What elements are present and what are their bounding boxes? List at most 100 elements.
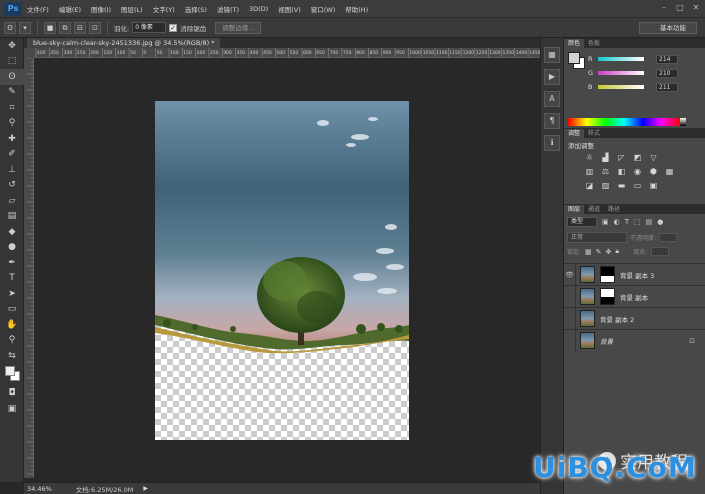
- lasso-tool-icon[interactable]: ʘ: [0, 69, 24, 85]
- fill-input[interactable]: [651, 247, 670, 256]
- foreground-color[interactable]: [5, 365, 15, 376]
- black-white-icon[interactable]: ◧: [616, 166, 627, 177]
- blue-value-input[interactable]: 211: [656, 82, 678, 92]
- filter-adjust-icon[interactable]: ◐: [614, 218, 620, 226]
- green-slider[interactable]: [598, 71, 644, 75]
- type-tool-icon[interactable]: T: [0, 271, 24, 287]
- marquee-tool-icon[interactable]: ⬚: [0, 54, 24, 70]
- vertical-ruler[interactable]: [24, 57, 34, 478]
- menu-image[interactable]: 图像(I): [86, 4, 116, 14]
- menu-view[interactable]: 视图(V): [273, 4, 306, 14]
- menu-3d[interactable]: 3D(D): [244, 5, 273, 13]
- lock-all-icon[interactable]: 🔒︎: [615, 247, 619, 256]
- menu-window[interactable]: 窗口(W): [306, 4, 341, 14]
- grayscale-ramp[interactable]: [680, 118, 686, 126]
- visibility-toggle[interactable]: [564, 285, 576, 308]
- screen-mode-icon[interactable]: ▣: [0, 401, 24, 417]
- path-select-tool-icon[interactable]: ➤: [0, 286, 24, 302]
- move-tool-icon[interactable]: ✥: [0, 38, 24, 54]
- subtract-selection-icon[interactable]: ⊟: [74, 21, 86, 34]
- character-panel-icon[interactable]: A: [544, 91, 560, 107]
- filter-pixel-icon[interactable]: ▣: [602, 218, 609, 226]
- hand-tool-icon[interactable]: ✋: [0, 317, 24, 333]
- close-icon[interactable]: ✕: [691, 3, 701, 13]
- document-tab[interactable]: blue-sky-calm-clear-sky-2451336.jpg @ 34…: [27, 38, 221, 48]
- menu-file[interactable]: 文件(F): [22, 4, 54, 14]
- color-lookup-icon[interactable]: ▦: [664, 166, 675, 177]
- crop-tool-icon[interactable]: ⌗: [0, 100, 24, 116]
- color-swatches[interactable]: [0, 364, 23, 386]
- lock-position-icon[interactable]: ✥: [606, 248, 612, 256]
- slider-track[interactable]: [598, 57, 644, 61]
- slider-track[interactable]: [598, 85, 644, 89]
- brightness-icon[interactable]: ☼: [584, 152, 595, 163]
- status-menu-arrow-icon[interactable]: ▶: [143, 485, 148, 492]
- menu-type[interactable]: 文字(Y): [148, 4, 180, 14]
- foreground-swatch[interactable]: [568, 52, 580, 64]
- threshold-icon[interactable]: ▬: [616, 180, 627, 191]
- document-canvas[interactable]: [155, 101, 409, 440]
- dodge-tool-icon[interactable]: ●: [0, 240, 24, 256]
- color-balance-icon[interactable]: ⚖: [600, 166, 611, 177]
- layer-name[interactable]: 背景 副本 3: [620, 270, 654, 280]
- posterize-icon[interactable]: ▨: [600, 180, 611, 191]
- filter-toggle-icon[interactable]: ●: [657, 218, 663, 226]
- blur-tool-icon[interactable]: ◆: [0, 224, 24, 240]
- pen-tool-icon[interactable]: ✒: [0, 255, 24, 271]
- tab-adjustments[interactable]: 调整: [564, 129, 585, 138]
- layer-mask-thumbnail[interactable]: [600, 288, 615, 305]
- quick-mask-icon[interactable]: ◘: [0, 386, 24, 402]
- antialias-checkbox[interactable]: ✓: [169, 23, 178, 32]
- menu-filter[interactable]: 滤镜(T): [212, 4, 244, 14]
- gradient-tool-icon[interactable]: ▤: [0, 209, 24, 225]
- selective-color-icon[interactable]: ▣: [648, 180, 659, 191]
- red-value-input[interactable]: 214: [656, 54, 678, 64]
- color-spectrum[interactable]: [568, 118, 680, 126]
- layer-row[interactable]: 背景 副本: [564, 285, 705, 308]
- zoom-level[interactable]: 34.46%: [27, 485, 52, 493]
- history-panel-icon[interactable]: ▦: [544, 47, 560, 63]
- layer-row[interactable]: 背景 ⊡: [564, 329, 705, 352]
- layer-filter-select[interactable]: 类型: [567, 217, 597, 227]
- layer-name[interactable]: 背景 副本: [620, 292, 648, 302]
- feather-input[interactable]: 0 像素: [132, 22, 167, 33]
- red-slider[interactable]: [598, 57, 644, 61]
- filter-smart-icon[interactable]: ▤: [646, 218, 653, 226]
- eraser-tool-icon[interactable]: ▱: [0, 193, 24, 209]
- shape-tool-icon[interactable]: ▭: [0, 302, 24, 318]
- hue-saturation-icon[interactable]: ▥: [584, 166, 595, 177]
- tab-color[interactable]: 颜色: [564, 39, 585, 48]
- eyedropper-tool-icon[interactable]: ⚲: [0, 116, 24, 132]
- gradient-map-icon[interactable]: ▭: [632, 180, 643, 191]
- zoom-tool-icon[interactable]: ⚲: [0, 333, 24, 349]
- layer-row[interactable]: 背景 副本 2: [564, 307, 705, 330]
- vibrance-icon[interactable]: ▽: [648, 152, 659, 163]
- quick-select-tool-icon[interactable]: ✎: [0, 85, 24, 101]
- history-brush-tool-icon[interactable]: ↺: [0, 178, 24, 194]
- new-selection-icon[interactable]: ■: [44, 21, 56, 34]
- tab-paths[interactable]: 路径: [604, 205, 624, 214]
- invert-icon[interactable]: ◪: [584, 180, 595, 191]
- lock-transparent-icon[interactable]: ▦: [585, 248, 592, 256]
- maximize-icon[interactable]: □: [675, 3, 685, 13]
- workspace-select[interactable]: 基本功能: [639, 22, 697, 34]
- tab-swatches[interactable]: 色板: [584, 39, 604, 48]
- lasso-preset-icon[interactable]: ʘ: [4, 21, 16, 34]
- dropdown-arrow-icon[interactable]: ▾: [19, 21, 31, 34]
- menu-help[interactable]: 帮助(H): [340, 4, 373, 14]
- swap-colors-icon[interactable]: ⇆: [0, 348, 24, 364]
- brush-tool-icon[interactable]: ✐: [0, 147, 24, 163]
- filter-shape-icon[interactable]: ⬚: [634, 218, 641, 226]
- menu-layer[interactable]: 图层(L): [116, 4, 148, 14]
- blend-mode-select[interactable]: 正常: [567, 232, 627, 243]
- tab-styles[interactable]: 样式: [584, 129, 604, 138]
- menu-select[interactable]: 选择(S): [180, 4, 212, 14]
- layer-name[interactable]: 背景: [600, 336, 613, 346]
- refine-edge-button[interactable]: 调整边缘...: [215, 21, 262, 34]
- add-selection-icon[interactable]: ⧉: [59, 21, 71, 34]
- visibility-toggle[interactable]: [564, 329, 576, 352]
- green-value-input[interactable]: 210: [656, 68, 678, 78]
- filter-type-icon[interactable]: T: [625, 218, 629, 226]
- lock-pixels-icon[interactable]: ✎: [596, 248, 602, 256]
- actions-panel-icon[interactable]: ▶: [544, 69, 560, 85]
